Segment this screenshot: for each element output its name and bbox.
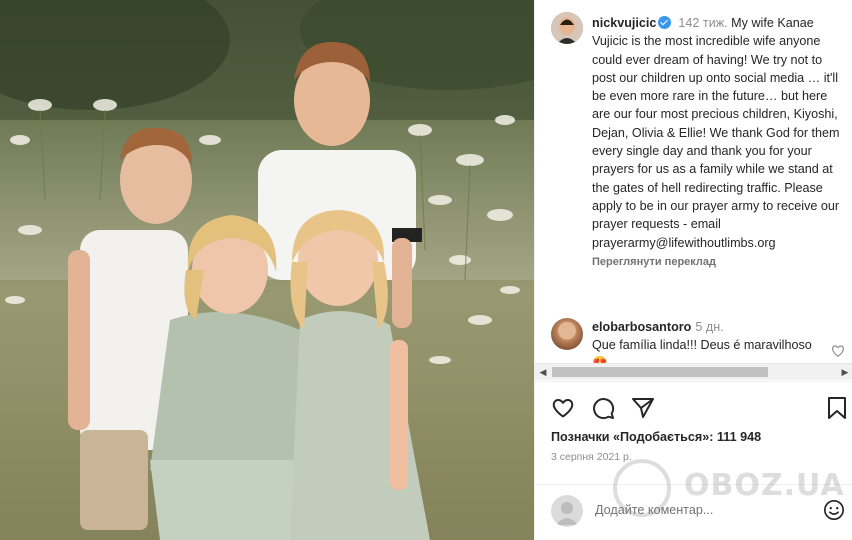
comment-body: elobarbosantoro 5 дн. Que família linda!!…: [592, 318, 822, 366]
likes-count[interactable]: Позначки «Подобається»: 111 948: [551, 430, 761, 444]
divider: [535, 381, 852, 382]
post-photo[interactable]: [0, 0, 534, 540]
comment-bubble-icon: [593, 398, 615, 420]
comment-age: 5 дн.: [695, 320, 724, 334]
scrollbar-thumb[interactable]: [552, 367, 768, 377]
scroll-left-arrow-icon[interactable]: ◀: [535, 364, 551, 381]
comment-button[interactable]: [591, 396, 615, 420]
see-translation-link[interactable]: Переглянути переклад: [592, 253, 844, 271]
save-button[interactable]: [825, 396, 849, 420]
horizontal-scrollbar[interactable]: ◀ ▶: [535, 363, 852, 380]
post-actions-bar: [551, 396, 847, 420]
post-date[interactable]: 3 серпня 2021 р.: [551, 451, 632, 463]
current-user-avatar: [551, 495, 583, 527]
share-button[interactable]: [631, 396, 655, 420]
post-caption: nickvujicic 142 тиж. My wife Kanae Vujici…: [592, 14, 844, 271]
add-comment-bar: [535, 484, 852, 540]
comment-item: elobarbosantoro 5 дн. Que família linda!!…: [551, 316, 847, 366]
children-photo-illustration: [0, 0, 534, 540]
commenter-username[interactable]: elobarbosantoro: [592, 320, 691, 334]
smiley-icon[interactable]: [823, 499, 845, 521]
scroll-right-arrow-icon[interactable]: ▶: [837, 364, 852, 381]
comment-text: Que família linda!!! Deus é maravilhoso …: [592, 338, 812, 366]
post-side-panel: nickvujicic 142 тиж. My wife Kanae Vujici…: [534, 0, 852, 540]
paper-plane-icon: [632, 398, 654, 418]
add-comment-input[interactable]: [595, 499, 795, 521]
commenter-avatar[interactable]: [551, 318, 583, 350]
comment-like-heart-icon[interactable]: [831, 344, 845, 358]
author-username[interactable]: nickvujicic: [592, 16, 656, 30]
author-avatar[interactable]: [551, 12, 583, 44]
like-button[interactable]: [551, 396, 575, 420]
caption-text: My wife Kanae Vujicic is the most incred…: [592, 16, 844, 250]
post-age[interactable]: 142 тиж.: [678, 16, 727, 30]
verified-badge-icon: [658, 16, 672, 29]
bookmark-icon: [828, 397, 846, 419]
heart-icon: [552, 398, 574, 418]
